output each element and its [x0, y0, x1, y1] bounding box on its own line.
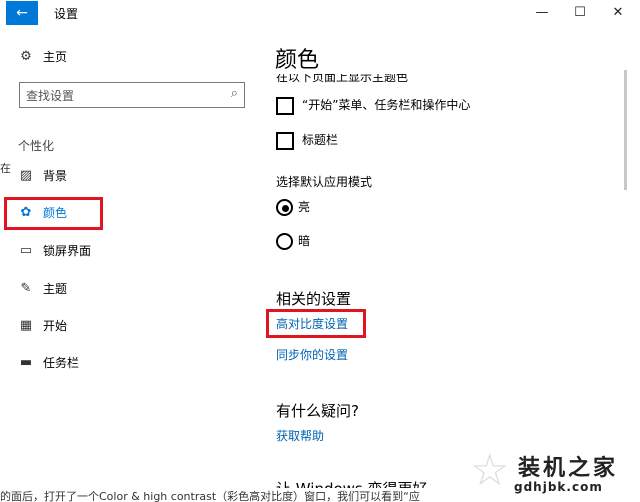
sidebar-item-label: 任务栏	[43, 356, 80, 370]
sidebar-item-label: 背景	[43, 169, 68, 183]
theme-icon: ✎	[20, 281, 32, 296]
watermark-url: gdhjbk.com	[514, 480, 603, 494]
cutoff-heading-clip: 在以下页面上显示主题色	[276, 74, 596, 84]
back-button[interactable]: ←	[6, 1, 38, 25]
high-contrast-link[interactable]: 高对比度设置	[276, 315, 348, 332]
back-arrow-icon: ←	[16, 5, 28, 21]
sidebar-item-label: 主题	[43, 282, 68, 296]
star-icon: ☆	[470, 445, 510, 496]
get-help-link[interactable]: 获取帮助	[276, 427, 324, 444]
section-label: 个性化	[18, 139, 55, 153]
radio-dot	[282, 205, 289, 212]
search-box[interactable]: ⌕	[19, 82, 245, 108]
start-icon: ▦	[19, 318, 33, 333]
radio-circle[interactable]	[276, 233, 293, 250]
watermark-title: 装机之家	[518, 456, 619, 481]
related-settings-heading: 相关的设置	[276, 290, 352, 308]
window-title: 设置	[54, 7, 79, 21]
sync-settings-link[interactable]: 同步你的设置	[276, 346, 348, 363]
search-input[interactable]	[24, 85, 218, 107]
cutoff-heading: 在以下页面上显示主题色	[276, 74, 409, 84]
search-icon[interactable]: ⌕	[231, 86, 238, 101]
radio-circle[interactable]	[276, 199, 293, 216]
checkbox-label: 标题栏	[302, 133, 339, 147]
watermark: ☆ 装机之家 gdhjbk.com	[470, 446, 640, 502]
sidebar-item-label: 锁屏界面	[43, 244, 92, 258]
taskbar-icon: ▬	[19, 355, 33, 370]
left-edge-text: 在	[0, 162, 11, 175]
page-title: 颜色	[275, 48, 320, 73]
checkbox-label: “开始”菜单、任务栏和操作中心	[302, 98, 471, 112]
title-bar: ← 设置 — ☐ ✕	[0, 0, 640, 26]
sidebar-item-label: 颜色	[43, 206, 68, 220]
sidebar-item-label: 开始	[43, 319, 68, 333]
question-heading: 有什么疑问?	[276, 402, 359, 420]
palette-icon: ✿	[20, 205, 32, 220]
scrollbar-thumb[interactable]	[624, 70, 627, 190]
minimize-button[interactable]: —	[527, 3, 557, 23]
checkbox-box[interactable]	[276, 132, 294, 150]
close-button[interactable]: ✕	[603, 3, 633, 23]
picture-icon: ▨	[19, 168, 33, 183]
app-mode-label: 选择默认应用模式	[276, 175, 373, 189]
lockscreen-icon: ▭	[19, 243, 33, 258]
radio-label: 亮	[298, 200, 311, 214]
checkbox-box[interactable]	[276, 97, 294, 115]
radio-label: 暗	[298, 234, 311, 248]
maximize-button[interactable]: ☐	[565, 3, 595, 23]
gear-icon: ⚙	[20, 49, 32, 64]
sidebar-item-label: 主页	[43, 50, 68, 64]
